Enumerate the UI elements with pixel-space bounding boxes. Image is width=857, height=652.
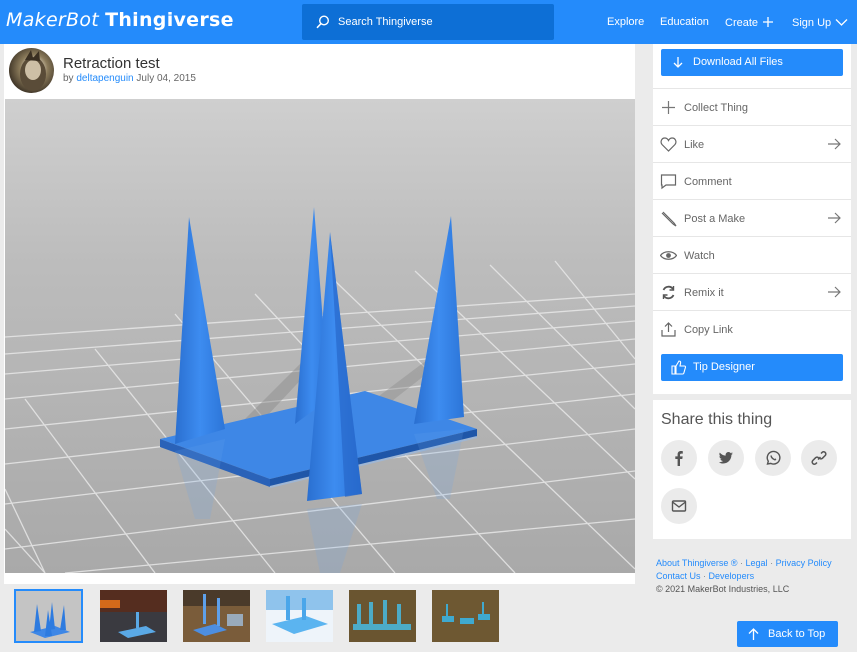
action-watch[interactable]: Watch [653, 236, 851, 273]
thingiverse-logo[interactable]: MakerBot Thingiverse [6, 9, 234, 31]
thing-actions-panel: Download All Files Collect Thing Like Co… [653, 44, 851, 394]
search-icon [316, 15, 330, 29]
logo-makerbot-text: MakerBot [6, 9, 100, 31]
thumbnail-1[interactable] [14, 589, 83, 643]
footer-row-2: Contact Us · Developers [656, 570, 832, 583]
footer-contact-link[interactable]: Contact Us [656, 571, 701, 581]
action-collect-label: Collect Thing [684, 102, 748, 114]
tip-designer-label: Tip Designer [693, 361, 755, 373]
facebook-icon [675, 451, 683, 466]
action-post-make-label: Post a Make [684, 213, 746, 225]
nav-signup[interactable]: Sign Up [792, 16, 848, 29]
action-copy-link-label: Copy Link [684, 324, 733, 336]
search-placeholder: Search Thingiverse [338, 16, 433, 28]
thing-title: Retraction test [63, 55, 160, 72]
tip-designer-button[interactable]: Tip Designer [661, 354, 843, 381]
action-remix-label: Remix it [684, 287, 724, 299]
download-all-files-button[interactable]: Download All Files [661, 49, 843, 76]
share-icon [661, 322, 676, 337]
action-like[interactable]: Like [653, 125, 851, 162]
plus-icon [662, 101, 675, 114]
share-whatsapp-button[interactable] [755, 440, 791, 476]
footer-copyright: © 2021 MakerBot Industries, LLC [656, 584, 790, 594]
thumbnail-3[interactable] [183, 590, 250, 642]
whatsapp-icon [766, 450, 781, 465]
top-nav-bar: MakerBot Thingiverse Search Thingiverse E… [0, 0, 857, 44]
arrow-right-icon [828, 286, 841, 298]
eye-icon [660, 251, 677, 260]
thing-byline: by deltapenguin July 04, 2015 [63, 73, 196, 84]
thumbnail-strip [4, 584, 635, 652]
publish-date: July 04, 2015 [136, 73, 196, 84]
download-arrow-icon [673, 57, 683, 68]
footer-row-1: About Thingiverse ® · Legal · Privacy Po… [656, 557, 832, 570]
nav-signup-label: Sign Up [792, 17, 832, 29]
footer-links: About Thingiverse ® · Legal · Privacy Po… [656, 557, 832, 596]
arrow-right-icon [828, 138, 841, 150]
thumbnail-5[interactable] [349, 590, 416, 642]
back-to-top-button[interactable]: Back to Top [737, 621, 838, 647]
back-to-top-label: Back to Top [768, 628, 826, 640]
arrow-right-icon [828, 212, 841, 224]
nav-explore[interactable]: Explore [607, 16, 644, 28]
logo-thingiverse-text: Thingiverse [105, 9, 234, 31]
chevron-down-icon [835, 19, 848, 26]
footer-developers-link[interactable]: Developers [709, 571, 755, 581]
thumbnail-6[interactable] [432, 590, 499, 642]
action-like-label: Like [684, 139, 705, 151]
action-remix-it[interactable]: Remix it [653, 273, 851, 310]
heart-icon [660, 137, 677, 152]
by-prefix: by [63, 73, 74, 84]
search-input[interactable]: Search Thingiverse [302, 4, 554, 40]
action-copy-link[interactable]: Copy Link [653, 310, 851, 347]
nav-create[interactable]: Create [725, 16, 774, 29]
nav-create-label: Create [725, 17, 759, 29]
thumbnail-2[interactable] [100, 590, 167, 642]
link-icon [811, 451, 827, 465]
share-facebook-button[interactable] [661, 440, 697, 476]
main-model-image[interactable] [5, 99, 635, 573]
avatar-image [20, 50, 46, 91]
action-watch-label: Watch [684, 250, 715, 262]
action-comment-label: Comment [684, 176, 732, 188]
brush-icon [661, 211, 677, 227]
model-render [5, 99, 635, 573]
thumbnail-4[interactable] [266, 590, 333, 642]
twitter-icon [718, 452, 733, 464]
share-email-button[interactable] [661, 488, 697, 524]
author-link[interactable]: deltapenguin [76, 73, 133, 84]
comment-icon [660, 174, 677, 190]
thing-main-panel: Retraction test by deltapenguin July 04,… [4, 44, 635, 652]
arrow-up-icon [748, 628, 759, 640]
share-panel: Share this thing [653, 400, 851, 539]
share-twitter-button[interactable] [708, 440, 744, 476]
footer-privacy-link[interactable]: Privacy Policy [776, 558, 832, 568]
nav-education[interactable]: Education [660, 16, 709, 28]
email-icon [671, 500, 687, 512]
thumbs-up-icon [671, 360, 686, 375]
share-link-button[interactable] [801, 440, 837, 476]
action-post-a-make[interactable]: Post a Make [653, 199, 851, 236]
action-collect-thing[interactable]: Collect Thing [653, 88, 851, 125]
remix-icon [662, 285, 675, 300]
download-label: Download All Files [693, 56, 783, 68]
footer-legal-link[interactable]: Legal [746, 558, 768, 568]
action-comment[interactable]: Comment [653, 162, 851, 199]
plus-icon [763, 17, 774, 27]
share-title: Share this thing [661, 411, 773, 428]
author-avatar[interactable] [9, 48, 54, 93]
footer-about-link[interactable]: About Thingiverse ® [656, 558, 738, 568]
